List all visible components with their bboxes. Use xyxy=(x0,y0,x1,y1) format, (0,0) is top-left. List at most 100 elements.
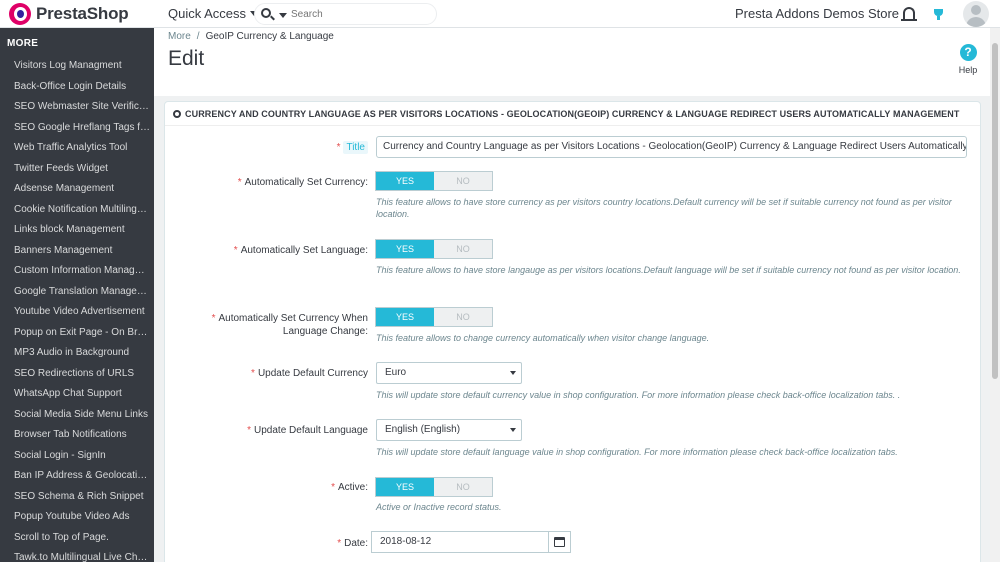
bell-icon[interactable] xyxy=(901,7,917,21)
required-mark: * xyxy=(337,538,342,549)
sidebar-item[interactable]: SEO Google Hreflang Tags for Mul... xyxy=(0,118,154,139)
sidebar-item[interactable]: Cookie Notification Multilingual xyxy=(0,200,154,221)
active-help: Active or Inactive record status. xyxy=(376,502,502,512)
trophy-icon[interactable] xyxy=(934,9,943,20)
sidebar-item[interactable]: WhatsApp Chat Support xyxy=(0,384,154,405)
default-currency-label: * Update Default Currency xyxy=(200,367,368,380)
auto-currency-lang-no[interactable]: NO xyxy=(434,308,492,326)
required-mark: * xyxy=(336,142,341,153)
default-language-value: English (English) xyxy=(385,424,461,435)
required-mark: * xyxy=(331,482,335,493)
help-button[interactable]: ? Help xyxy=(954,44,982,75)
auto-currency-lang-switch[interactable]: YES NO xyxy=(375,307,493,327)
auto-currency-label: * Automatically Set Currency: xyxy=(200,176,368,189)
sidebar-item[interactable]: Adsense Management xyxy=(0,179,154,200)
help-label: Help xyxy=(958,65,978,75)
auto-currency-no[interactable]: NO xyxy=(434,172,492,190)
auto-currency-lang-label: * Automatically Set Currency When Languag… xyxy=(196,312,368,338)
chevron-down-icon xyxy=(510,371,516,375)
page-scrollbar[interactable] xyxy=(990,28,1000,562)
default-currency-select[interactable]: Euro xyxy=(376,362,522,384)
active-no[interactable]: NO xyxy=(434,478,492,496)
default-language-label: * Update Default Language xyxy=(200,424,368,437)
prestashop-logo-icon xyxy=(9,3,31,25)
auto-currency-switch[interactable]: YES NO xyxy=(375,171,493,191)
default-currency-value: Euro xyxy=(385,367,407,378)
auto-currency-lang-help: This feature allows to change currency a… xyxy=(376,333,710,343)
title-label: * Title xyxy=(300,141,368,154)
sidebar-item[interactable]: Youtube Video Advertisement xyxy=(0,302,154,323)
scrollbar-thumb[interactable] xyxy=(992,43,998,379)
sidebar-item[interactable]: Visitors Log Managment xyxy=(0,56,154,77)
breadcrumb-separator: / xyxy=(196,31,200,42)
search-type-chevron-icon[interactable] xyxy=(279,13,287,18)
active-yes[interactable]: YES xyxy=(376,478,434,496)
sidebar-item[interactable]: Tawk.to Multilingual Live Chat S... xyxy=(0,548,154,562)
sidebar-item[interactable]: Scroll to Top of Page. xyxy=(0,528,154,549)
date-picker-button[interactable] xyxy=(549,531,571,553)
default-currency-help: This will update store default currency … xyxy=(376,390,901,400)
auto-language-switch[interactable]: YES NO xyxy=(375,239,493,259)
sidebar-item[interactable]: Google Translation Management xyxy=(0,282,154,303)
calendar-icon xyxy=(554,537,565,547)
auto-currency-lang-label-text: Automatically Set Currency When Language… xyxy=(218,313,368,337)
auto-currency-yes[interactable]: YES xyxy=(376,172,434,190)
sidebar-item[interactable]: Back-Office Login Details xyxy=(0,77,154,98)
sidebar: MORE Visitors Log Managment Back-Office … xyxy=(0,28,154,562)
sidebar-item[interactable]: Social Login - SignIn xyxy=(0,446,154,467)
title-input[interactable]: Currency and Country Language as per Vis… xyxy=(376,136,967,158)
date-label-text: Date: xyxy=(344,538,368,549)
required-mark: * xyxy=(251,368,255,379)
default-language-label-text: Update Default Language xyxy=(254,425,368,436)
search-box xyxy=(254,3,437,25)
auto-currency-lang-yes[interactable]: YES xyxy=(376,308,434,326)
auto-language-label: * Automatically Set Language: xyxy=(200,244,368,257)
active-switch[interactable]: YES NO xyxy=(375,477,493,497)
search-input[interactable] xyxy=(291,6,431,22)
sidebar-item[interactable]: Banners Management xyxy=(0,241,154,262)
cogs-icon xyxy=(173,109,181,118)
panel-title: CURRENCY AND COUNTRY LANGUAGE AS PER VIS… xyxy=(185,108,960,119)
auto-language-help: This feature allows to have store langau… xyxy=(376,265,961,275)
auto-currency-help: This feature allows to have store curren… xyxy=(376,197,952,219)
sidebar-item[interactable]: Popup Youtube Video Ads xyxy=(0,507,154,528)
sidebar-item[interactable]: MP3 Audio in Background xyxy=(0,343,154,364)
header-bar: PrestaShop Quick Access Presta Addons De… xyxy=(0,0,1000,28)
sidebar-menu: Visitors Log Managment Back-Office Login… xyxy=(0,56,154,562)
sidebar-item[interactable]: Ban IP Address & Geolocation R... xyxy=(0,466,154,487)
required-mark: * xyxy=(237,177,242,188)
sidebar-item[interactable]: SEO Schema & Rich Snippet xyxy=(0,487,154,508)
logo-text: PrestaShop xyxy=(36,4,129,23)
breadcrumb-current[interactable]: GeoIP Currency & Language xyxy=(206,31,334,42)
auto-language-no[interactable]: NO xyxy=(434,240,492,258)
quick-access-dropdown[interactable]: Quick Access xyxy=(168,6,259,21)
sidebar-item[interactable]: Twitter Feeds Widget xyxy=(0,159,154,180)
required-mark: * xyxy=(211,313,216,324)
panel-heading: CURRENCY AND COUNTRY LANGUAGE AS PER VIS… xyxy=(165,102,980,126)
sidebar-item[interactable]: Links block Management xyxy=(0,220,154,241)
default-language-select[interactable]: English (English) xyxy=(376,419,522,441)
auto-language-label-text: Automatically Set Language: xyxy=(240,245,368,256)
auto-currency-label-text: Automatically Set Currency: xyxy=(244,177,368,188)
sidebar-item[interactable]: SEO Redirections of URLS xyxy=(0,364,154,385)
active-label: * Active: xyxy=(200,481,368,494)
active-label-text: Active: xyxy=(337,482,368,493)
default-language-help: This will update store default language … xyxy=(376,447,898,457)
sidebar-heading: MORE xyxy=(7,38,39,49)
avatar[interactable] xyxy=(963,1,989,27)
auto-language-yes[interactable]: YES xyxy=(376,240,434,258)
title-label-text: Title xyxy=(343,141,368,154)
sidebar-item[interactable]: Social Media Side Menu Links xyxy=(0,405,154,426)
sidebar-item[interactable]: Custom Information Managem... xyxy=(0,261,154,282)
store-name-link[interactable]: Presta Addons Demos Store xyxy=(735,6,899,21)
sidebar-item[interactable]: Popup on Exit Page - On Brows... xyxy=(0,323,154,344)
sidebar-item[interactable]: Web Traffic Analytics Tool xyxy=(0,138,154,159)
breadcrumb-parent[interactable]: More xyxy=(168,31,191,42)
search-icon[interactable] xyxy=(261,8,271,18)
default-currency-label-text: Update Default Currency xyxy=(257,368,368,379)
sidebar-item[interactable]: Browser Tab Notifications xyxy=(0,425,154,446)
date-input[interactable]: 2018-08-12 xyxy=(371,531,549,553)
help-icon: ? xyxy=(959,44,977,61)
sidebar-item[interactable]: SEO Webmaster Site Verification xyxy=(0,97,154,118)
prestashop-logo[interactable]: PrestaShop xyxy=(9,3,129,25)
